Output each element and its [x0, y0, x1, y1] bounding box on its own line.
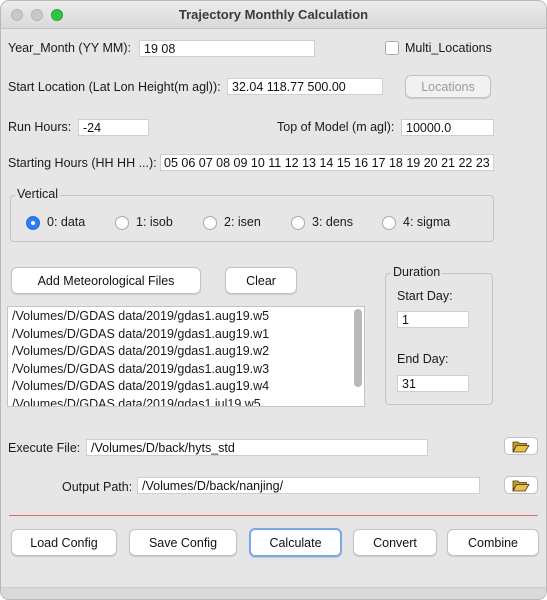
met-file-item[interactable]: /Volumes/D/GDAS data/2019/gdas1.aug19.w5: [8, 308, 364, 326]
app-window: Trajectory Monthly Calculation Year_Mont…: [0, 0, 547, 600]
starting-hours-label: Starting Hours (HH HH ...):: [8, 156, 157, 170]
vertical-option-isob-radio[interactable]: [115, 216, 129, 230]
met-file-item[interactable]: /Volumes/D/GDAS data/2019/gdas1.jul19.w5: [8, 396, 364, 407]
vertical-option-sigma-label: 4: sigma: [403, 215, 451, 229]
save-config-button[interactable]: Save Config: [129, 529, 237, 556]
met-file-item[interactable]: /Volumes/D/GDAS data/2019/gdas1.aug19.w3: [8, 361, 364, 379]
load-config-button[interactable]: Load Config: [11, 529, 117, 556]
title-bar: Trajectory Monthly Calculation: [1, 1, 546, 29]
vertical-option-sigma-radio[interactable]: [382, 216, 396, 230]
browse-execute-file-button[interactable]: [504, 437, 538, 455]
top-of-model-input[interactable]: [401, 119, 494, 136]
locations-button[interactable]: Locations: [405, 75, 491, 98]
output-path-input[interactable]: [137, 477, 480, 494]
vertical-option-dens-radio[interactable]: [291, 216, 305, 230]
top-of-model-label: Top of Model (m agl):: [277, 120, 395, 134]
met-files-list[interactable]: /Volumes/D/GDAS data/2019/gdas1.aug19.w5…: [7, 306, 365, 407]
browse-output-path-button[interactable]: [504, 476, 538, 494]
met-file-item[interactable]: /Volumes/D/GDAS data/2019/gdas1.aug19.w1: [8, 326, 364, 344]
end-day-label: End Day:: [397, 352, 449, 366]
run-hours-label: Run Hours:: [8, 120, 72, 134]
year-month-label: Year_Month (YY MM):: [8, 41, 131, 55]
met-file-item[interactable]: /Volumes/D/GDAS data/2019/gdas1.aug19.w2: [8, 343, 364, 361]
vertical-option-isob-label: 1: isob: [136, 215, 173, 229]
vertical-option-isen-radio[interactable]: [203, 216, 217, 230]
start-day-input[interactable]: [397, 311, 469, 328]
starting-hours-input[interactable]: [160, 154, 494, 171]
execute-file-input[interactable]: [86, 439, 428, 456]
duration-group-title: Duration: [391, 265, 443, 279]
calculate-button[interactable]: Calculate: [249, 528, 342, 557]
open-folder-icon: [512, 480, 530, 491]
separator-line: [9, 515, 538, 516]
clear-button[interactable]: Clear: [225, 267, 297, 294]
execute-file-label: Execute File:: [8, 441, 81, 455]
window-title: Trajectory Monthly Calculation: [178, 7, 369, 22]
met-files-scrollbar[interactable]: [354, 309, 362, 387]
vertical-option-isen-label: 2: isen: [224, 215, 261, 229]
window-bottom-edge: [1, 587, 546, 599]
vertical-group-title: Vertical: [15, 187, 60, 201]
convert-button[interactable]: Convert: [353, 529, 437, 556]
multi-locations-label: Multi_Locations: [405, 41, 492, 55]
met-file-item[interactable]: /Volumes/D/GDAS data/2019/gdas1.aug19.w4: [8, 378, 364, 396]
start-location-label: Start Location (Lat Lon Height(m agl)):: [8, 80, 221, 94]
multi-locations-checkbox[interactable]: [385, 41, 399, 55]
start-day-label: Start Day:: [397, 289, 453, 303]
combine-button[interactable]: Combine: [447, 529, 539, 556]
run-hours-input[interactable]: [78, 119, 149, 136]
start-location-input[interactable]: [227, 78, 383, 95]
vertical-option-data-radio[interactable]: [26, 216, 40, 230]
output-path-label: Output Path:: [62, 480, 133, 494]
add-meteorological-files-button[interactable]: Add Meteorological Files: [11, 267, 201, 294]
vertical-option-dens-label: 3: dens: [312, 215, 354, 229]
vertical-option-data-label: 0: data: [47, 215, 86, 229]
open-folder-icon: [512, 441, 530, 452]
end-day-input[interactable]: [397, 375, 469, 392]
year-month-input[interactable]: [139, 40, 315, 57]
